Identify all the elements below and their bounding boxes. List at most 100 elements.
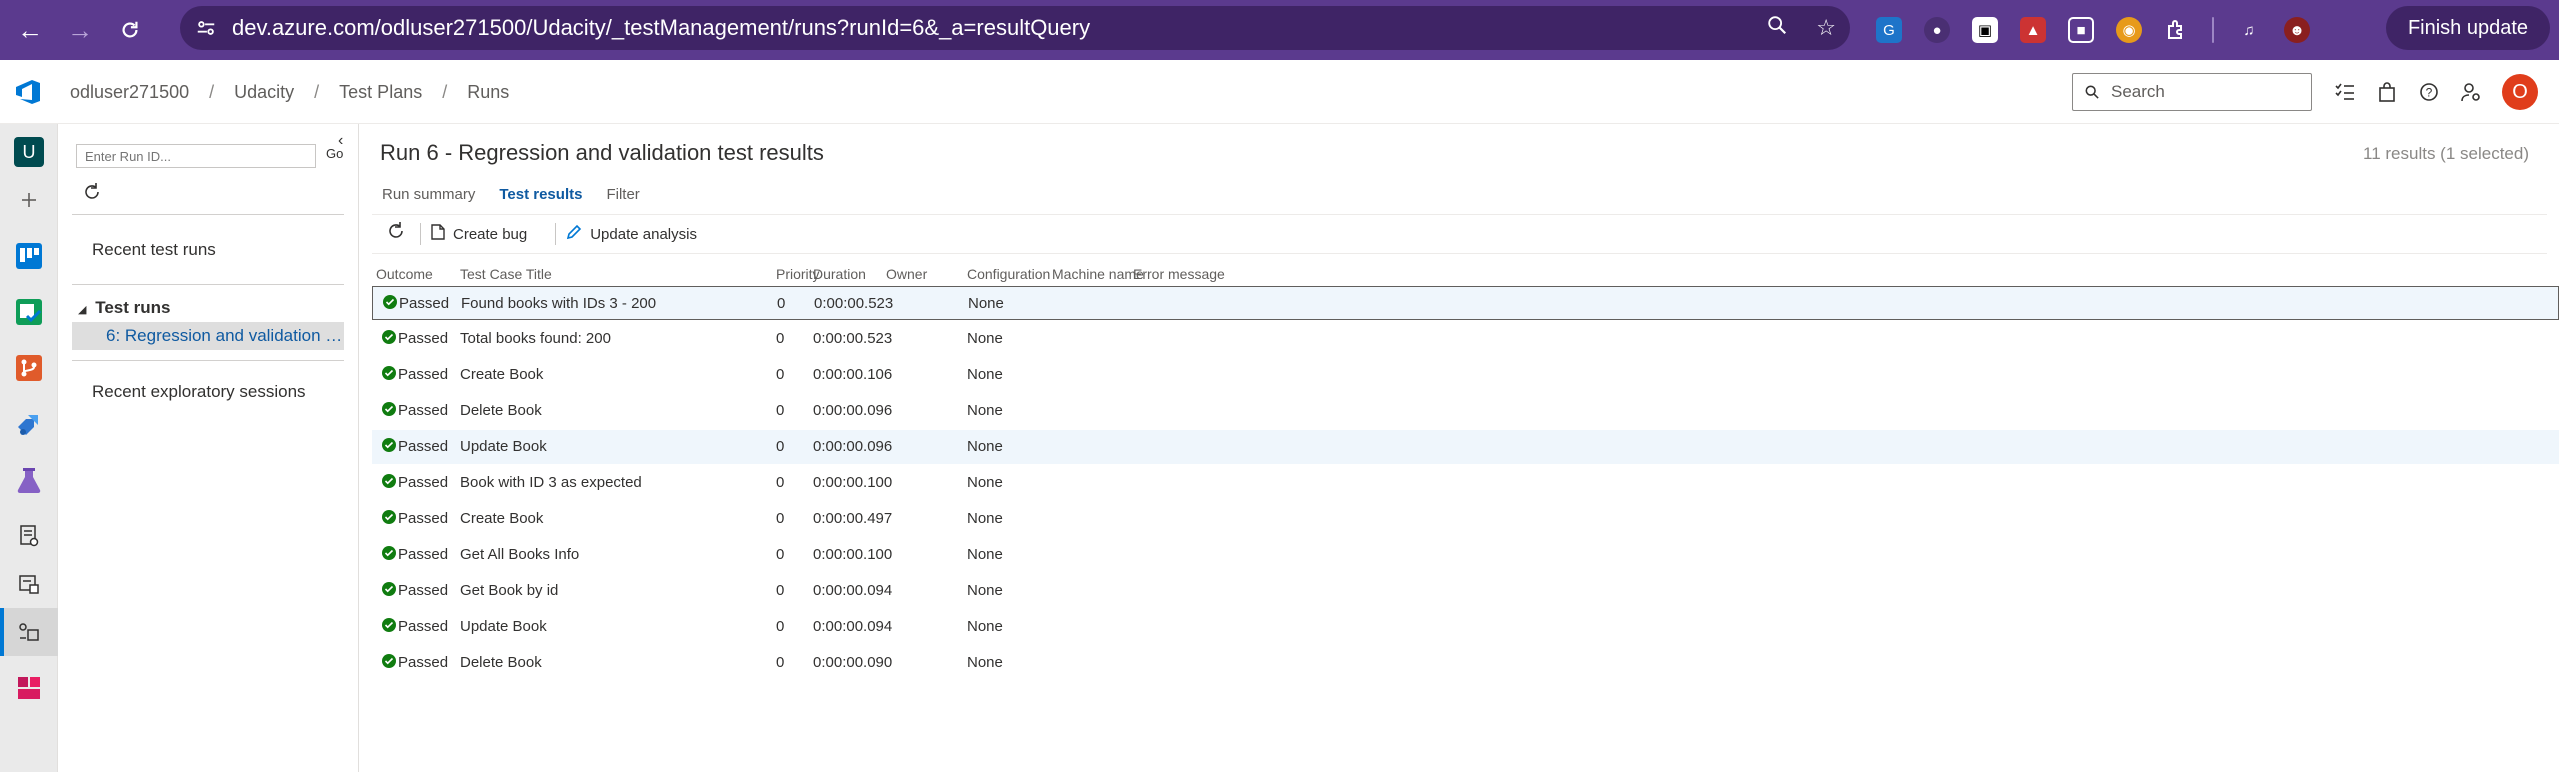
cell-test-case-title: Update Book [460,618,547,635]
qr-code-icon[interactable]: ▣ [1972,17,1998,43]
help-icon[interactable]: ? [2418,81,2440,103]
search-input[interactable]: Search [2072,73,2312,111]
test-plan-list-icon[interactable] [0,512,58,560]
media-controls-icon[interactable]: ♫ [2236,17,2262,43]
recent-exploratory-sessions-link[interactable]: Recent exploratory sessions [92,382,306,402]
table-row[interactable]: Passed Found books with IDs 3 - 200 0 0:00:… [372,286,2559,320]
cell-priority: 0 [776,618,785,635]
user-settings-icon[interactable] [2460,81,2482,103]
column-header-outcome[interactable]: Outcome [376,266,433,282]
cell-test-case-title: Book with ID 3 as expected [460,474,642,491]
cell-duration: 0:00:00.096 [813,402,893,419]
refresh-icon[interactable] [82,182,102,208]
repos-icon[interactable] [0,344,58,392]
cell-test-case-title: Create Book [460,366,544,383]
column-header-error-message[interactable]: Error message [1133,266,1225,282]
table-row[interactable]: Passed Get Book by id 0 0:00:00.094 None [372,574,2559,608]
marketplace-bag-icon[interactable] [2376,81,2398,103]
passed-check-icon [382,582,396,596]
project-avatar: U [14,137,44,167]
column-header-test-case-title[interactable]: Test Case Title [460,266,552,282]
repos-check-icon[interactable] [0,288,58,336]
user-avatar[interactable]: O [2502,74,2538,110]
cell-priority: 0 [776,474,785,491]
boards-icon[interactable] [0,232,58,280]
azure-devops-logo-icon[interactable] [14,78,44,106]
left-nav-rail: U [0,124,58,772]
url-text[interactable]: dev.azure.com/odluser271500/Udacity/_tes… [232,15,1090,41]
breadcrumb-runs[interactable]: Runs [467,82,509,103]
project-icon[interactable]: U [0,128,58,176]
table-row[interactable]: Passed Create Book 0 0:00:00.497 None [372,502,2559,536]
cell-outcome: Passed [398,582,449,599]
create-bug-button[interactable]: Create bug [431,224,527,244]
column-header-machine-name[interactable]: Machine name [1052,266,1144,282]
extension-badge-icon[interactable]: ▲ [2020,17,2046,43]
tab-filter[interactable]: Filter [606,186,639,203]
passed-check-icon [382,546,396,560]
breadcrumb-test-plans[interactable]: Test Plans [339,82,422,103]
table-row[interactable]: Passed Delete Book 0 0:00:00.090 None [372,646,2559,680]
update-analysis-button[interactable]: Update analysis [566,224,697,244]
cell-outcome: Passed [398,654,449,671]
cell-test-case-title: Delete Book [460,402,542,419]
column-header-configuration[interactable]: Configuration [967,266,1050,282]
table-row[interactable]: Passed Create Book 0 0:00:00.106 None [372,358,2559,392]
table-row[interactable]: Passed Get All Books Info 0 0:00:00.100 None [372,538,2559,572]
column-header-duration[interactable]: Duration [813,266,866,282]
back-icon[interactable]: ← [10,10,50,50]
breadcrumb-org[interactable]: odluser271500 [70,82,189,103]
forward-icon[interactable]: → [60,10,100,50]
extension-circle-icon[interactable]: ● [1924,17,1950,43]
pencil-icon [566,224,582,244]
cell-configuration: None [968,295,1004,312]
pipelines-icon[interactable] [0,400,58,448]
passed-check-icon [383,295,397,309]
reload-icon[interactable] [110,10,150,50]
progress-report-icon[interactable] [0,560,58,608]
add-icon[interactable] [0,176,58,224]
table-row[interactable]: Passed Book with ID 3 as expected 0 0:00:00… [372,466,2559,500]
search-placeholder: Search [2111,82,2165,101]
cell-test-case-title: Delete Book [460,654,542,671]
breadcrumb-project[interactable]: Udacity [234,82,294,103]
cell-duration: 0:00:00.094 [813,582,893,599]
column-header-owner[interactable]: Owner [886,266,927,282]
table-row[interactable]: Passed Delete Book 0 0:00:00.096 None [372,394,2559,428]
refresh-results-icon[interactable] [386,221,406,247]
site-settings-icon[interactable] [186,8,226,48]
zoom-icon[interactable] [1766,14,1788,42]
cell-priority: 0 [776,438,785,455]
cell-duration: 0:00:00.523 [813,330,893,347]
table-row[interactable]: Passed Update Book 0 0:00:00.094 None [372,610,2559,644]
extension-orange-icon[interactable]: ◉ [2116,17,2142,43]
toolbar-divider [420,223,421,245]
finish-update-button[interactable]: Finish update [2386,6,2550,50]
runs-icon[interactable] [0,608,58,656]
results-toolbar: Create bug Update analysis [372,214,2547,254]
task-list-icon[interactable] [2334,81,2356,103]
tab-run-summary[interactable]: Run summary [382,186,475,203]
runs-sub-nav: ‹ Go Recent test runs ◢ Test runs 6: Reg… [58,124,359,772]
profile-avatar-icon[interactable]: ☻ [2284,17,2310,43]
table-row[interactable]: Passed Update Book 0 0:00:00.096 None [372,430,2559,464]
cell-configuration: None [967,438,1003,455]
extensions-puzzle-icon[interactable] [2164,17,2190,43]
table-row[interactable]: Passed Total books found: 200 0 0:00:00.523… [372,322,2559,356]
run-id-input[interactable] [76,144,316,168]
test-plans-flask-icon[interactable] [0,456,58,504]
selected-run-item[interactable]: 6: Regression and validation test result… [72,322,344,350]
address-bar[interactable]: dev.azure.com/odluser271500/Udacity/_tes… [180,6,1850,50]
bookmark-star-icon[interactable]: ☆ [1816,15,1836,41]
tab-test-results[interactable]: Test results [499,186,582,203]
passed-check-icon [382,618,396,632]
cell-outcome: Passed [398,510,449,527]
cell-duration: 0:00:00.094 [813,618,893,635]
screen-capture-icon[interactable]: ■ [2068,17,2094,43]
go-button[interactable]: Go [326,146,343,161]
recent-test-runs-link[interactable]: Recent test runs [92,240,216,260]
artifacts-icon[interactable] [0,664,58,712]
translate-extension-icon[interactable]: G [1876,17,1902,43]
cell-duration: 0:00:00.523 [814,295,894,312]
test-runs-group[interactable]: ◢ Test runs [78,298,170,318]
